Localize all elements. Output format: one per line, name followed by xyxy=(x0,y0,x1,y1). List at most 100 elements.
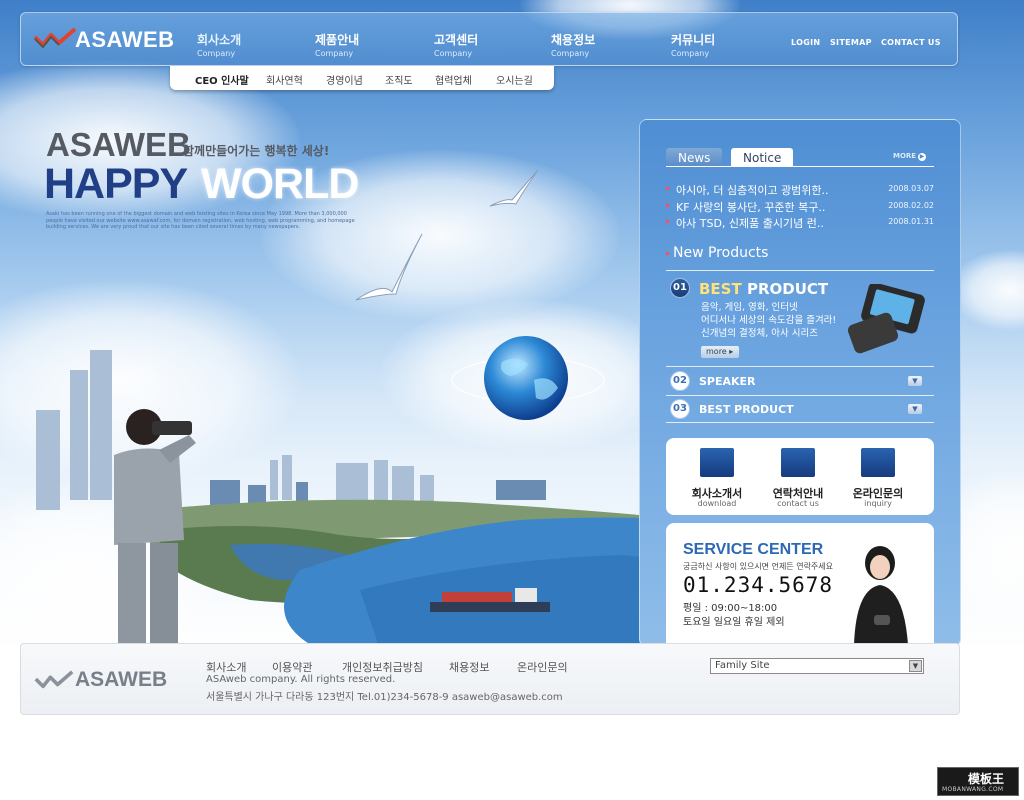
nav-sublabel: Company xyxy=(197,49,236,58)
hero-headline-world: WORLD xyxy=(201,160,359,208)
logo-text[interactable]: ASAWEB xyxy=(75,27,175,53)
hero-brand: ASAWEB xyxy=(46,126,191,163)
submenu-item-philosophy[interactable]: 경영이념 xyxy=(326,72,363,87)
news-title: 아시아, 더 심층적이고 광범위한.. xyxy=(676,184,829,197)
tab-news[interactable]: News xyxy=(666,148,723,167)
footer-link-terms[interactable]: 이용약관 xyxy=(272,659,312,675)
nav-sublabel: Company xyxy=(551,49,590,58)
divider xyxy=(666,366,934,367)
product-number-badge: 01 xyxy=(670,278,690,298)
footer-address: 서울특별시 가나구 다라동 123번지 Tel.01)234-5678-9 as… xyxy=(206,692,563,703)
more-label: more xyxy=(706,347,727,356)
product-best-product-link[interactable]: BEST PRODUCT xyxy=(699,403,794,416)
product-speaker-link[interactable]: SPEAKER xyxy=(699,375,756,388)
footer-link-inquiry[interactable]: 온라인문의 xyxy=(517,659,568,675)
description-line: 신개념의 결정체, 아사 시리즈 xyxy=(701,328,818,339)
best-product-heading-a: BEST xyxy=(699,280,742,298)
family-site-select[interactable]: Family Site ▼ xyxy=(710,658,924,674)
service-center-box: SERVICE CENTER 궁금하신 사항이 있으시면 언제든 연락주세요 0… xyxy=(666,523,934,647)
nav-customer-center[interactable]: 고객센터 Company xyxy=(434,31,478,58)
news-item[interactable]: 아사 TSD, 신제품 출시기념 런.. 2008.01.31 xyxy=(666,215,934,231)
product-number-badge: 02 xyxy=(670,371,690,391)
best-product-heading[interactable]: BEST PRODUCT xyxy=(699,280,828,298)
headset-icon[interactable] xyxy=(781,448,815,477)
bullet-icon xyxy=(666,251,669,255)
nav-community[interactable]: 커뮤니티 Company xyxy=(671,31,715,58)
news-item[interactable]: KF 사랑의 봉사단, 꾸준한 복구.. 2008.02.02 xyxy=(666,199,934,215)
quick-link-sub: download xyxy=(697,499,737,508)
operator-woman-image xyxy=(854,546,908,645)
footer-link-recruit[interactable]: 채용정보 xyxy=(449,659,489,675)
submenu-item-partners[interactable]: 협력업체 xyxy=(435,72,472,87)
watermark-title: 模板王 xyxy=(968,772,1005,786)
news-item[interactable]: 아시아, 더 심층적이고 광범위한.. 2008.03.07 xyxy=(666,182,934,198)
nav-company[interactable]: 회사소개 Company xyxy=(197,31,241,58)
submenu-item-history[interactable]: 회사연혁 xyxy=(266,72,303,87)
nav-label: 커뮤니티 xyxy=(671,33,716,47)
nav-label: 채용정보 xyxy=(551,33,596,47)
top-nav-bar: ASAWEB 회사소개 Company 제품안내 Company 고객센터 Co… xyxy=(20,12,958,66)
nav-recruit[interactable]: 채용정보 Company xyxy=(551,31,595,58)
right-panel: News Notice MORE ▶ 아시아, 더 심층적이고 광범위한.. 20… xyxy=(639,119,961,647)
submenu-item-organization[interactable]: 조직도 xyxy=(385,72,413,87)
hero-body-text: Asaki has been running one of the bigges… xyxy=(46,211,355,230)
new-products-title: New Products xyxy=(666,245,768,261)
quick-link-sub: inquiry xyxy=(864,499,892,508)
submenu-item-directions[interactable]: 오시는길 xyxy=(496,72,533,87)
footer: ASAWEB 회사소개 이용약관 개인정보취급방침 채용정보 온라인문의 ASA… xyxy=(20,643,960,715)
bullet-icon xyxy=(666,220,669,223)
hours-line: 토요일 일요일 휴일 제외 xyxy=(683,617,785,628)
document-icon[interactable] xyxy=(700,448,734,477)
footer-link-privacy[interactable]: 개인정보취급방침 xyxy=(342,659,423,675)
footer-logo-text[interactable]: ASAWEB xyxy=(75,668,167,692)
footer-copyright: ASAweb company. All rights reserved. xyxy=(206,674,396,685)
more-label: MORE xyxy=(893,152,917,160)
chevron-down-icon[interactable]: ▼ xyxy=(908,404,922,414)
service-center-title: SERVICE CENTER xyxy=(683,541,824,558)
tab-divider xyxy=(666,166,934,167)
service-center-description: 궁금하신 사항이 있으시면 언제든 연락주세요 xyxy=(683,562,834,571)
news-date: 2008.02.02 xyxy=(888,201,934,210)
submenu: CEO 인사말 회사연혁 경영이념 조직도 협력업체 오시는길 xyxy=(170,66,554,90)
nav-sublabel: Company xyxy=(315,49,354,58)
login-link[interactable]: LOGIN xyxy=(791,38,820,47)
watermark-url: MOBANWANG.COM xyxy=(942,786,1004,793)
submenu-item-ceo[interactable]: CEO 인사말 xyxy=(195,72,249,87)
news-title: 아사 TSD, 신제품 출시기념 런.. xyxy=(676,217,824,230)
mobile-phone-image xyxy=(847,284,925,354)
bullet-icon xyxy=(666,204,669,207)
tab-notice[interactable]: Notice xyxy=(731,148,794,167)
seagull-small xyxy=(489,169,539,207)
sitemap-link[interactable]: SITEMAP xyxy=(830,38,872,47)
footer-logo-checkmark-icon xyxy=(34,670,74,689)
logo-checkmark-icon xyxy=(33,27,77,49)
watermark-logo: 模板王 MOBANWANG.COM xyxy=(937,767,1019,796)
nav-sublabel: Company xyxy=(434,49,473,58)
service-center-hours: 평일 : 09:00~18:00 토요일 일요일 휴일 제외 xyxy=(683,602,785,630)
service-center-phone: 01.234.5678 xyxy=(683,573,834,597)
nav-sublabel: Company xyxy=(671,49,710,58)
product-number-badge: 03 xyxy=(670,399,690,419)
magnifier-icon[interactable] xyxy=(861,448,895,477)
divider xyxy=(666,395,934,396)
quick-link-sub: contact us xyxy=(777,499,819,508)
nav-label: 회사소개 xyxy=(197,33,242,47)
nav-label: 제품안내 xyxy=(315,33,360,47)
quick-links-box: 회사소개서 download 연락처안내 contact us 온라인문의 in… xyxy=(666,438,934,515)
arrow-right-icon: ▶ xyxy=(918,153,927,161)
news-more-link[interactable]: MORE ▶ xyxy=(893,152,927,161)
footer-link-company[interactable]: 회사소개 xyxy=(206,659,246,675)
chevron-down-icon[interactable]: ▼ xyxy=(909,660,922,672)
contact-us-link[interactable]: CONTACT US xyxy=(881,38,941,47)
chevron-down-icon[interactable]: ▼ xyxy=(908,376,922,386)
hero-slogan: 함께만들어가는 행복한 세상! xyxy=(183,144,330,158)
nav-label: 고객센터 xyxy=(434,33,479,47)
best-product-more-button[interactable]: more ▸ xyxy=(701,346,739,358)
bullet-icon xyxy=(666,187,669,190)
man-with-binoculars xyxy=(114,409,196,648)
nav-products[interactable]: 제품안내 Company xyxy=(315,31,359,58)
hours-line: 평일 : 09:00~18:00 xyxy=(683,603,778,614)
globe-illustration xyxy=(451,336,605,420)
seagull-large xyxy=(355,233,423,301)
description-line: 어디서나 세상의 속도감을 즐겨라! xyxy=(701,315,837,326)
